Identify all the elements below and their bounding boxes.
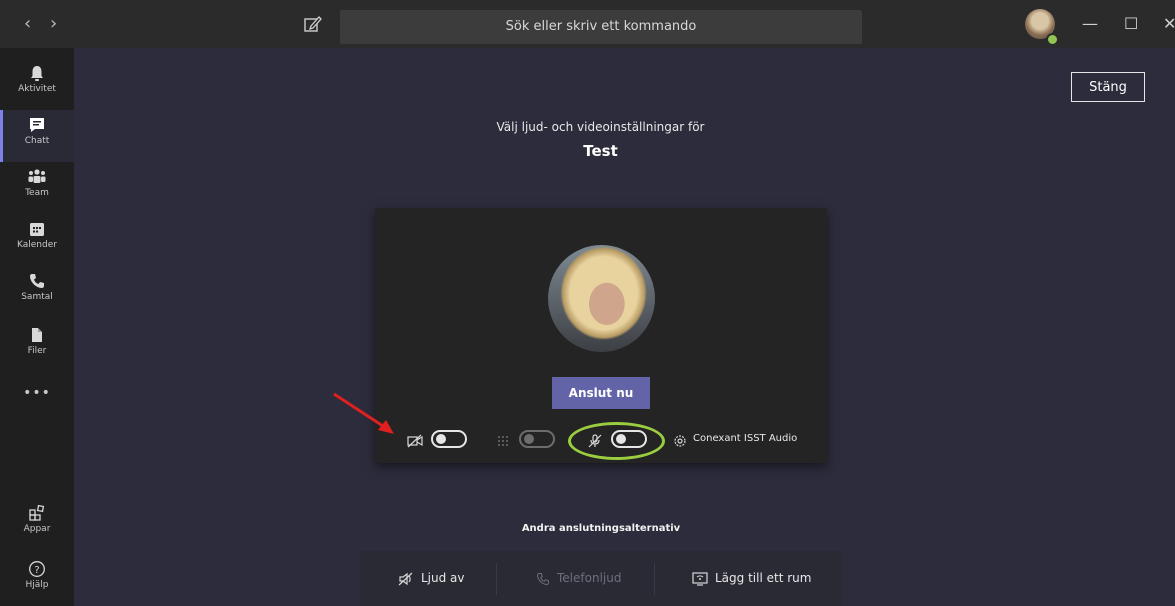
- speaker-off-icon: [398, 572, 413, 585]
- toggle-knob: [436, 434, 446, 444]
- other-options-bar: Ljud av Telefonljud Lägg till ett rum: [360, 551, 842, 606]
- gear-icon[interactable]: [672, 434, 688, 448]
- divider: [654, 563, 655, 595]
- add-room-option[interactable]: Lägg till ett rum: [692, 551, 811, 606]
- rail-item-kalender[interactable]: Kalender: [0, 214, 74, 266]
- camera-off-icon: [407, 434, 423, 448]
- file-icon: [32, 328, 42, 342]
- rail-label: Team: [25, 188, 49, 198]
- calendar-icon: [30, 223, 44, 236]
- more-icon: •••: [23, 385, 51, 401]
- forward-button[interactable]: ›: [50, 0, 57, 48]
- user-photo: [548, 245, 655, 352]
- rail-item-hjalp[interactable]: ? Hjälp: [0, 554, 74, 606]
- annotation-arrow-icon: [333, 392, 394, 434]
- join-now-button[interactable]: Anslut nu: [552, 377, 650, 409]
- close-window-button[interactable]: ✕: [1163, 0, 1175, 48]
- rail-item-aktivitet[interactable]: Aktivitet: [0, 58, 74, 110]
- presence-available-icon: [1046, 33, 1059, 46]
- rail-label: Samtal: [21, 292, 53, 302]
- help-icon: ?: [29, 561, 45, 577]
- rail-item-more[interactable]: •••: [0, 378, 74, 408]
- audio-off-option[interactable]: Ljud av: [398, 551, 465, 606]
- annotation-highlight-ring: [568, 422, 665, 460]
- background-blur-icon: [498, 436, 508, 446]
- rail-item-samtal[interactable]: Samtal: [0, 266, 74, 318]
- rail-label: Filer: [27, 346, 47, 356]
- phone-icon: [537, 572, 549, 585]
- option-label: Lägg till ett rum: [715, 571, 812, 585]
- rail-label: Kalender: [17, 240, 57, 250]
- audio-device-label[interactable]: Conexant ISST Audio: [693, 433, 797, 444]
- rail-label: Hjälp: [25, 580, 49, 590]
- apps-icon: [29, 504, 45, 521]
- meeting-title: Test: [583, 142, 618, 160]
- rail-label: Chatt: [24, 136, 50, 146]
- rail-label: Appar: [23, 524, 51, 534]
- chat-icon: [30, 118, 44, 132]
- maximize-button[interactable]: ☐: [1124, 0, 1138, 48]
- bell-icon: [31, 66, 43, 81]
- app-rail: Aktivitet Chatt Team Kalender Samtal Fil…: [0, 48, 74, 606]
- rail-item-chatt[interactable]: Chatt: [0, 110, 74, 162]
- team-icon: [28, 169, 46, 183]
- compose-icon[interactable]: [303, 14, 323, 34]
- settings-subtitle: Välj ljud- och videoinställningar för: [496, 120, 705, 134]
- minimize-button[interactable]: —: [1082, 0, 1098, 48]
- blur-toggle[interactable]: [519, 430, 555, 448]
- title-bar: ‹ › Sök eller skriv ett kommando — ☐ ✕: [0, 0, 1175, 48]
- rail-item-filer[interactable]: Filer: [0, 320, 74, 372]
- back-button[interactable]: ‹: [24, 0, 31, 48]
- rail-item-team[interactable]: Team: [0, 162, 74, 214]
- svg-text:?: ?: [34, 565, 39, 576]
- rail-label: Aktivitet: [18, 84, 56, 94]
- camera-toggle[interactable]: [431, 430, 467, 448]
- divider: [496, 563, 497, 595]
- option-label: Telefonljud: [557, 571, 622, 585]
- other-options-title: Andra anslutningsalternativ: [521, 523, 681, 534]
- phone-audio-option[interactable]: Telefonljud: [536, 551, 621, 606]
- phone-icon: [30, 274, 44, 288]
- rail-item-appar[interactable]: Appar: [0, 498, 74, 550]
- search-input[interactable]: Sök eller skriv ett kommando: [340, 10, 862, 44]
- toggle-knob: [524, 434, 534, 444]
- option-label: Ljud av: [421, 571, 465, 585]
- room-icon: [692, 571, 708, 586]
- close-button[interactable]: Stäng: [1071, 72, 1145, 102]
